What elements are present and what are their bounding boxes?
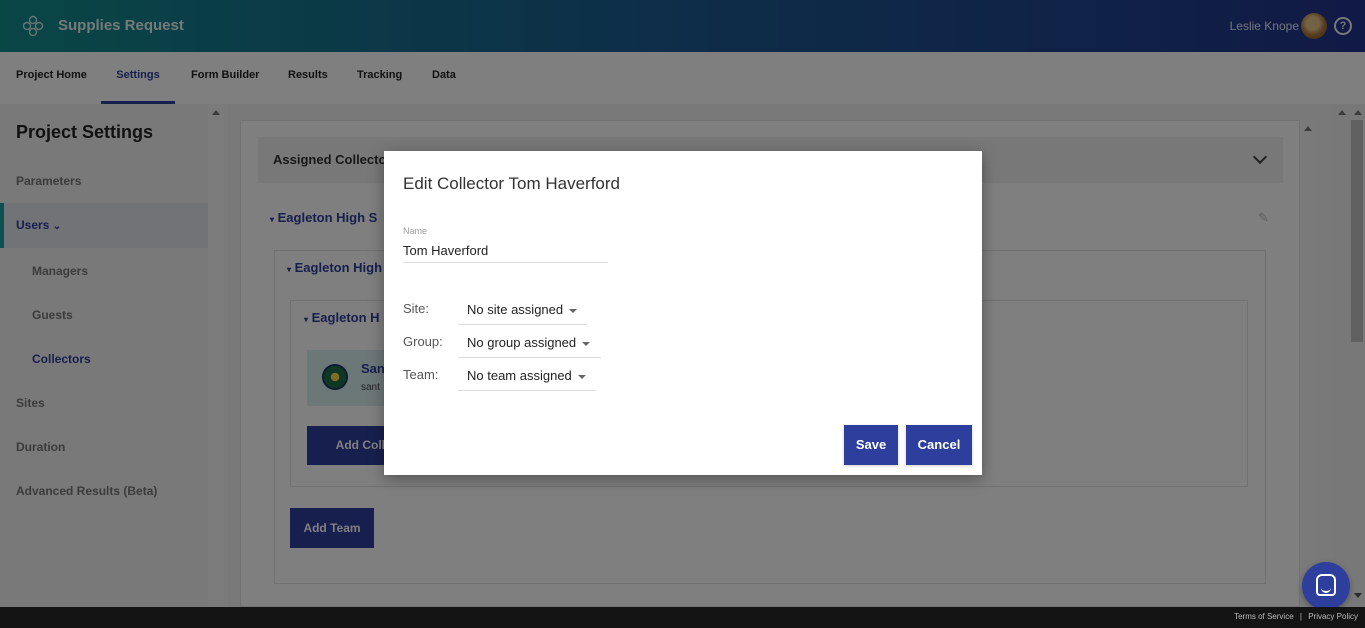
name-field-label: Name <box>403 226 428 236</box>
footer-links: Terms of Service | Privacy Policy <box>1230 612 1358 621</box>
site-select[interactable]: No site assigned <box>458 301 587 325</box>
site-label: Site: <box>403 301 430 316</box>
privacy-link[interactable]: Privacy Policy <box>1308 612 1358 621</box>
footer: Terms of Service | Privacy Policy <box>0 607 1365 628</box>
group-select[interactable]: No group assigned <box>458 334 601 358</box>
site-select-value: No site assigned <box>467 302 564 317</box>
chat-icon <box>1316 574 1336 596</box>
save-button[interactable]: Save <box>844 425 898 465</box>
group-select-value: No group assigned <box>467 335 577 350</box>
edit-collector-dialog: Edit Collector Tom Haverford Name Site: … <box>384 151 982 475</box>
caret-down-icon <box>577 374 586 379</box>
caret-down-icon <box>582 341 591 346</box>
cancel-button[interactable]: Cancel <box>906 425 972 465</box>
team-select[interactable]: No team assigned <box>458 367 596 391</box>
chat-button[interactable] <box>1302 562 1350 610</box>
terms-link[interactable]: Terms of Service <box>1234 612 1294 621</box>
team-select-value: No team assigned <box>467 368 572 383</box>
dialog-title: Edit Collector Tom Haverford <box>403 174 620 193</box>
group-label: Group: <box>403 334 443 349</box>
name-field[interactable] <box>403 239 608 263</box>
caret-down-icon <box>569 308 578 313</box>
team-label: Team: <box>403 367 439 382</box>
footer-separator: | <box>1299 612 1302 621</box>
